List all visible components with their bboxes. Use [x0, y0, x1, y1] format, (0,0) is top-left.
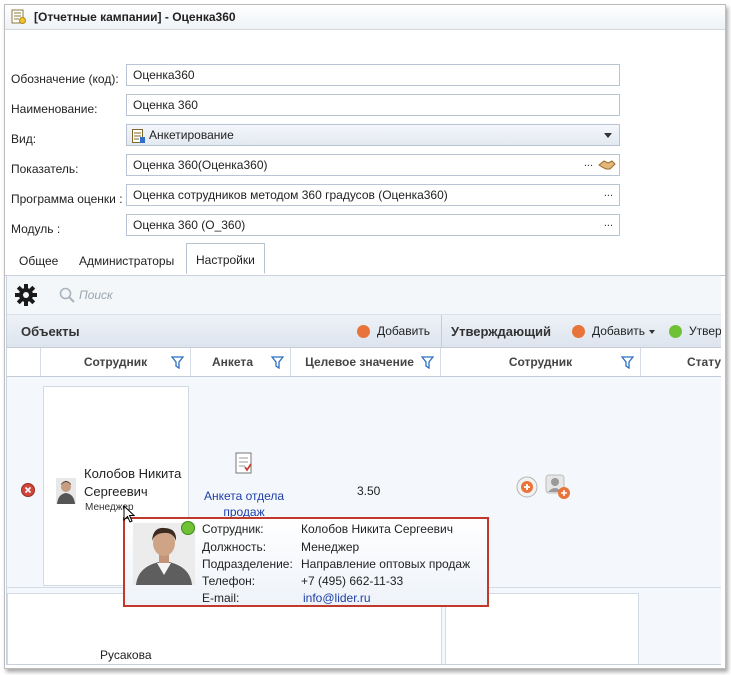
- approvers-add-button[interactable]: Добавить: [592, 324, 645, 338]
- name-field[interactable]: Оценка 360: [126, 94, 620, 116]
- indicator-field[interactable]: Оценка 360(Оценка360) ...: [126, 154, 620, 176]
- add-approver-user-icon[interactable]: [545, 474, 571, 500]
- tooltip-position-value: Менеджер: [301, 540, 360, 554]
- chevron-down-icon[interactable]: [649, 330, 655, 334]
- column-target-title: Целевое значение: [305, 355, 414, 369]
- code-value: Оценка360: [133, 68, 195, 82]
- column-header-row: Сотрудник Анкета Целевое значение Сотруд…: [7, 348, 721, 377]
- add-approver-icon[interactable]: [516, 476, 538, 498]
- objects-title: Объекты: [21, 324, 80, 339]
- survey-document-icon: [235, 452, 252, 474]
- objects-add-button[interactable]: Добавить: [377, 324, 430, 338]
- module-value: Оценка 360 (O_360): [133, 218, 246, 232]
- column-approver-employee[interactable]: Сотрудник: [441, 348, 641, 376]
- section-divider: [441, 315, 442, 347]
- name-value: Оценка 360: [133, 98, 198, 112]
- indicator-label: Показатель:: [11, 162, 79, 176]
- search-placeholder: Поиск: [79, 288, 113, 302]
- code-label: Обозначение (код):: [11, 72, 119, 86]
- tooltip-email-label: E-mail:: [202, 591, 240, 605]
- module-field[interactable]: Оценка 360 (O_360) ...: [126, 214, 620, 236]
- approvers-title: Утверждающий: [451, 324, 552, 339]
- approve-icon[interactable]: [669, 325, 682, 338]
- tab-general[interactable]: Общее: [19, 254, 58, 268]
- tab-administrators[interactable]: Администраторы: [79, 254, 174, 268]
- tooltip-phone-label: Телефон:: [202, 574, 256, 588]
- survey-link[interactable]: Анкета отдела продаж: [189, 488, 299, 520]
- column-employee[interactable]: Сотрудник: [41, 348, 191, 376]
- program-value: Оценка сотрудников методом 360 градусов …: [133, 188, 448, 202]
- code-field[interactable]: Оценка360: [126, 64, 620, 86]
- indicator-value: Оценка 360(Оценка360): [133, 158, 268, 172]
- column-survey[interactable]: Анкета: [191, 348, 291, 376]
- column-select: [7, 348, 41, 376]
- column-status[interactable]: Стату: [641, 348, 721, 376]
- tooltip-position-label: Должность:: [202, 540, 267, 554]
- type-label: Вид:: [11, 132, 37, 146]
- search-icon: [59, 287, 75, 303]
- campaign-icon: [11, 9, 26, 24]
- module-browse-button[interactable]: ...: [604, 217, 613, 229]
- program-label: Программа оценки :: [11, 192, 123, 206]
- employee-tooltip: Сотрудник: Колобов Никита Сергеевич Долж…: [123, 517, 489, 607]
- name-label: Наименование:: [11, 102, 98, 116]
- program-browse-button[interactable]: ...: [604, 187, 613, 199]
- handshake-icon[interactable]: [598, 158, 616, 172]
- title-bar: [Отчетные кампании] - Оценка360: [5, 5, 725, 30]
- filter-icon[interactable]: [621, 356, 634, 369]
- section-header: Объекты Добавить Утверждающий Добавить У…: [7, 315, 721, 348]
- tooltip-department-value: Направление оптовых продаж: [301, 557, 471, 571]
- target-value: 3.50: [357, 484, 381, 498]
- tooltip-department-label: Подразделение:: [202, 557, 293, 571]
- tooltip-employee-label: Сотрудник:: [202, 522, 264, 536]
- toolbar: Поиск: [7, 276, 721, 315]
- mouse-cursor-icon: [123, 505, 135, 523]
- filter-icon[interactable]: [421, 356, 434, 369]
- approve-button[interactable]: Утвер: [689, 324, 721, 338]
- program-field[interactable]: Оценка сотрудников методом 360 градусов …: [126, 184, 620, 206]
- indicator-browse-button[interactable]: ...: [584, 157, 593, 169]
- type-value: Анкетирование: [149, 128, 234, 142]
- module-label: Модуль :: [11, 222, 61, 236]
- gear-icon[interactable]: [15, 284, 37, 306]
- questionnaire-icon: [132, 129, 145, 143]
- column-status-title: Стату: [687, 355, 721, 369]
- type-select[interactable]: Анкетирование: [126, 124, 620, 146]
- employee-name: Колобов Никита Сергеевич: [84, 466, 182, 499]
- employee-name: Русакова: [100, 648, 152, 662]
- chevron-down-icon[interactable]: [604, 133, 612, 138]
- delete-icon[interactable]: [21, 483, 35, 497]
- avatar: [56, 478, 76, 504]
- column-approver-employee-title: Сотрудник: [508, 355, 573, 369]
- column-employee-title: Сотрудник: [83, 355, 148, 369]
- tooltip-phone-value: +7 (495) 662-11-33: [301, 574, 404, 588]
- tab-strip: Общее Администраторы Настройки: [5, 243, 725, 276]
- window-title: [Отчетные кампании] - Оценка360: [34, 10, 236, 24]
- online-status-icon: [181, 521, 195, 535]
- tooltip-employee-value: Колобов Никита Сергеевич: [301, 522, 453, 536]
- column-survey-title: Анкета: [212, 355, 253, 369]
- tab-settings[interactable]: Настройки: [186, 243, 265, 274]
- column-target[interactable]: Целевое значение: [291, 348, 441, 376]
- add-icon[interactable]: [572, 325, 585, 338]
- tooltip-email-link[interactable]: info@lider.ru: [303, 591, 371, 605]
- filter-icon[interactable]: [271, 356, 284, 369]
- add-icon[interactable]: [357, 325, 370, 338]
